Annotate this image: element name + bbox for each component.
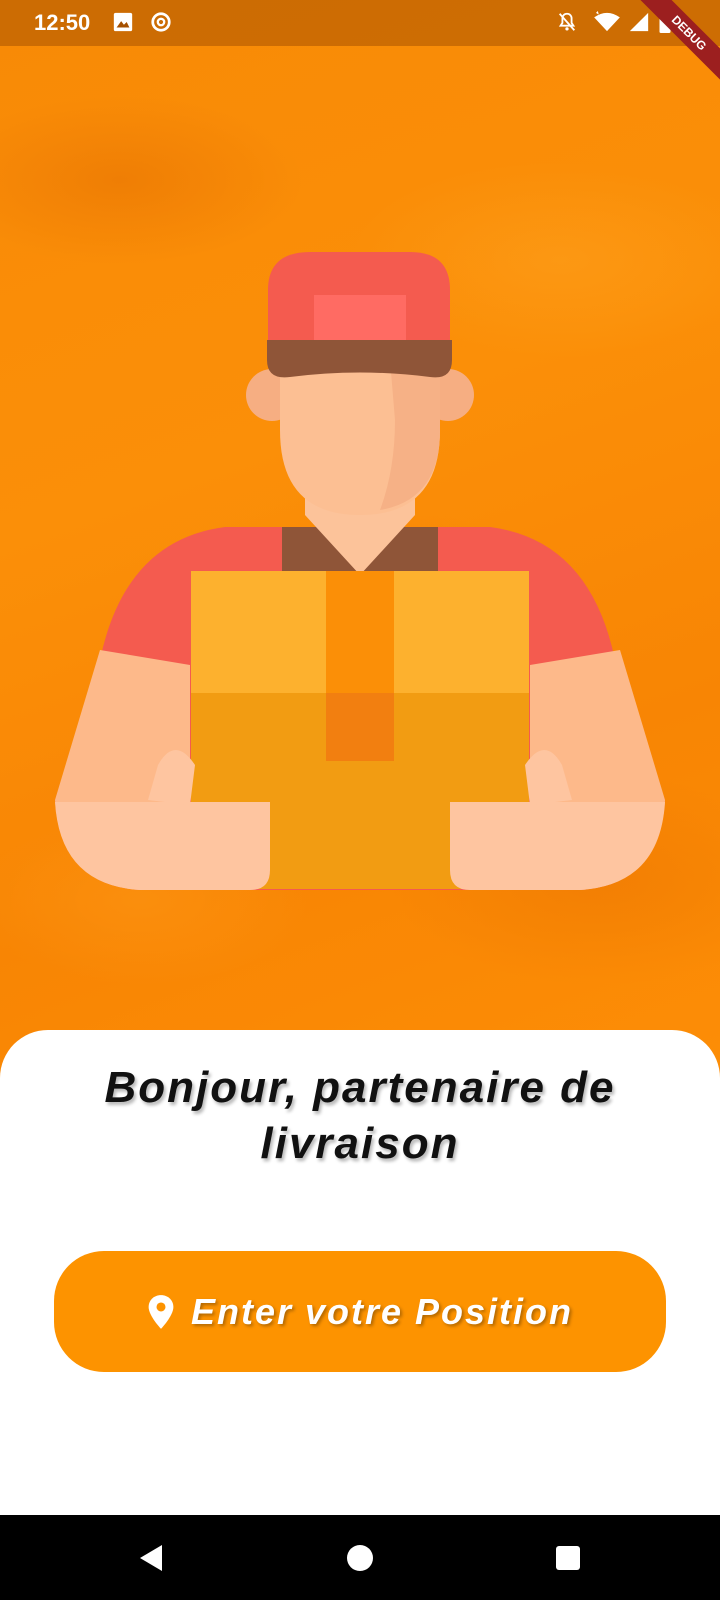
cap-band (267, 340, 452, 378)
welcome-title: Bonjour, partenaire de livraison (104, 1063, 616, 1168)
navigation-bar (0, 1515, 720, 1600)
notifications-off-icon (558, 12, 576, 31)
enter-position-label: Enter votre Position (190, 1290, 574, 1332)
recents-square-icon[interactable] (551, 1541, 585, 1575)
signal-icon (629, 12, 649, 32)
image-icon (113, 12, 133, 32)
status-bar: 12:50 DEBUG (0, 0, 720, 87)
enter-position-button[interactable]: Enter votre Position (54, 1251, 666, 1372)
home-circle-icon[interactable] (343, 1541, 377, 1575)
box-tape-shadow (326, 693, 394, 761)
wifi-icon (594, 11, 620, 32)
delivery-man-illustration (55, 252, 665, 890)
left-hand (55, 802, 270, 890)
cap-patch (314, 295, 406, 340)
location-pin-icon (148, 1294, 174, 1329)
right-hand (450, 802, 665, 890)
status-time: 12:50 (34, 10, 91, 35)
back-triangle-icon[interactable] (134, 1541, 168, 1575)
at-sign-icon (151, 12, 171, 32)
